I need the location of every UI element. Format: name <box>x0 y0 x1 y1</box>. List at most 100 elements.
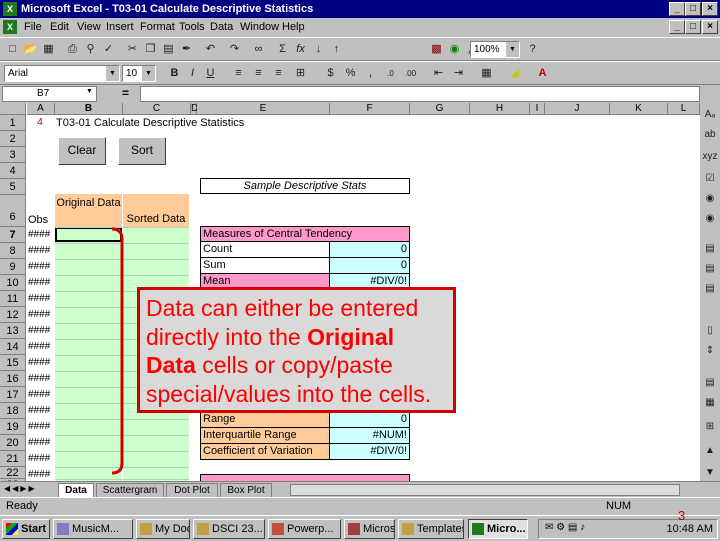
menu-edit[interactable]: Edit <box>50 18 69 37</box>
menu-help[interactable]: Help <box>282 18 305 37</box>
obs-cell[interactable]: #### <box>28 324 54 338</box>
stat-value[interactable]: #DIV/0! <box>330 444 410 460</box>
obs-header[interactable]: Obs <box>28 213 54 227</box>
spelling-icon[interactable]: ✓ <box>100 41 117 58</box>
label-icon[interactable]: xyz <box>702 149 718 165</box>
tab-scattergram[interactable]: Scattergram <box>96 483 164 498</box>
stat-label[interactable]: Coefficient of Variation <box>200 444 330 460</box>
checkbox-icon[interactable]: ☑ <box>702 171 718 187</box>
option-icon[interactable]: ◉ <box>702 211 718 227</box>
new-icon[interactable]: □ <box>4 41 21 58</box>
chevron-down-icon[interactable]: ▼ <box>142 66 155 81</box>
autosum-icon[interactable]: Σ <box>274 41 291 58</box>
excel-icon[interactable]: X <box>3 2 17 16</box>
row-header[interactable]: 17 <box>0 387 26 403</box>
sort-descending-icon[interactable]: ↑ <box>328 41 345 58</box>
list-box-icon[interactable]: ▤ <box>702 241 718 257</box>
obs-cell[interactable]: #### <box>28 372 54 386</box>
row-header[interactable]: 14 <box>0 339 26 355</box>
menu-data[interactable]: Data <box>210 18 233 37</box>
tab-data[interactable]: Data <box>58 483 94 498</box>
font-size-select[interactable]: 10 ▼ <box>122 65 156 82</box>
increase-indent-icon[interactable]: ⇥ <box>450 65 467 82</box>
stat-value[interactable]: #NUM! <box>330 428 410 444</box>
obs-cell[interactable]: #### <box>28 356 54 370</box>
column-header[interactable]: A <box>27 103 55 115</box>
obs-cell[interactable]: #### <box>28 228 54 242</box>
row-header[interactable]: 19 <box>0 419 26 435</box>
taskbar-item[interactable]: Templates <box>398 519 464 539</box>
doc-minimize-button[interactable]: _ <box>669 20 685 34</box>
paste-function-icon[interactable]: fx <box>292 41 309 58</box>
row-header[interactable]: 7 <box>0 227 26 243</box>
row-header[interactable]: 5 <box>0 179 26 195</box>
save-icon[interactable]: ▦ <box>40 41 57 58</box>
formula-input[interactable] <box>140 86 700 102</box>
menu-view[interactable]: View <box>77 18 101 37</box>
obs-cell[interactable]: #### <box>28 308 54 322</box>
sorted-data-header[interactable]: Sorted Data <box>123 194 189 227</box>
scroll-down-icon[interactable]: ▼ <box>702 465 718 481</box>
horizontal-scrollbar[interactable] <box>290 484 680 496</box>
close-button[interactable]: × <box>702 2 718 16</box>
taskbar-item[interactable]: Micro... <box>468 519 528 539</box>
comma-style-icon[interactable]: , <box>362 65 379 82</box>
sort-button[interactable]: Sort <box>118 137 166 165</box>
obs-cell[interactable]: #### <box>28 292 54 306</box>
obs-cell[interactable]: #### <box>28 452 54 466</box>
chevron-down-icon[interactable]: ▼ <box>86 88 93 95</box>
select-all-corner[interactable] <box>0 103 26 115</box>
row-header[interactable]: 16 <box>0 371 26 387</box>
sort-ascending-icon[interactable]: ↓ <box>310 41 327 58</box>
map-icon[interactable]: ◉ <box>446 41 463 58</box>
underline-button[interactable]: U <box>202 65 219 82</box>
redo-icon[interactable]: ↷ <box>226 41 243 58</box>
stat-value[interactable]: 0 <box>330 258 410 274</box>
align-left-icon[interactable]: ≡ <box>230 65 247 82</box>
column-header[interactable]: I <box>530 103 545 115</box>
row-header[interactable]: 18 <box>0 403 26 419</box>
text-box-icon[interactable]: ab <box>702 127 718 143</box>
text-tool-icon[interactable]: Aₐ <box>702 107 718 123</box>
name-box[interactable]: B7 <box>2 86 97 102</box>
taskbar-item[interactable]: My Doc... <box>136 519 190 539</box>
column-header[interactable]: L <box>668 103 700 115</box>
row-header[interactable]: 1 <box>0 115 26 131</box>
chevron-down-icon[interactable]: ▼ <box>506 42 519 57</box>
row-header[interactable]: 20 <box>0 435 26 451</box>
row-header[interactable]: 22 <box>0 467 26 479</box>
menu-window[interactable]: Window <box>240 18 279 37</box>
taskbar-item[interactable]: Powerp... <box>268 519 341 539</box>
stat-label[interactable]: Interquartile Range <box>200 428 330 444</box>
taskbar-item[interactable]: MusicM... <box>53 519 133 539</box>
row-header[interactable]: 2 <box>0 131 26 147</box>
cell-a1[interactable]: 4 <box>28 117 52 131</box>
obs-cell[interactable]: #### <box>28 420 54 434</box>
tray-icons[interactable]: ✉ ⚙ ▤ ♪ <box>545 522 585 533</box>
column-header[interactable]: C <box>123 103 191 115</box>
borders-icon[interactable]: ▦ <box>478 65 495 82</box>
row-header[interactable]: 10 <box>0 275 26 291</box>
column-header[interactable]: G <box>410 103 470 115</box>
column-header[interactable]: E <box>197 103 330 115</box>
align-right-icon[interactable]: ≡ <box>270 65 287 82</box>
print-icon[interactable]: ⎙ <box>64 41 81 58</box>
bold-button[interactable]: B <box>166 65 183 82</box>
sheet-title-cell[interactable]: T03-01 Calculate Descriptive Statistics <box>56 117 276 132</box>
toggle-grid-icon[interactable]: ⊞ <box>702 419 718 435</box>
font-color-icon[interactable]: A <box>534 65 551 82</box>
minimize-button[interactable]: _ <box>669 2 685 16</box>
fill-color-icon[interactable]: ◢ <box>506 65 523 82</box>
open-icon[interactable]: 📂 <box>22 41 39 58</box>
help-icon[interactable]: ? <box>524 41 541 58</box>
combo-list-icon[interactable]: ▤ <box>702 281 718 297</box>
maximize-button[interactable]: □ <box>685 2 701 16</box>
menu-file[interactable]: File <box>24 18 42 37</box>
stat-value[interactable]: 0 <box>330 242 410 258</box>
stat-label[interactable]: Sum <box>200 258 330 274</box>
format-painter-icon[interactable]: ✒ <box>178 41 195 58</box>
column-header[interactable]: J <box>545 103 610 115</box>
properties-icon[interactable]: ▤ <box>702 375 718 391</box>
row-header[interactable]: 12 <box>0 307 26 323</box>
chevron-down-icon[interactable]: ▼ <box>106 66 119 81</box>
